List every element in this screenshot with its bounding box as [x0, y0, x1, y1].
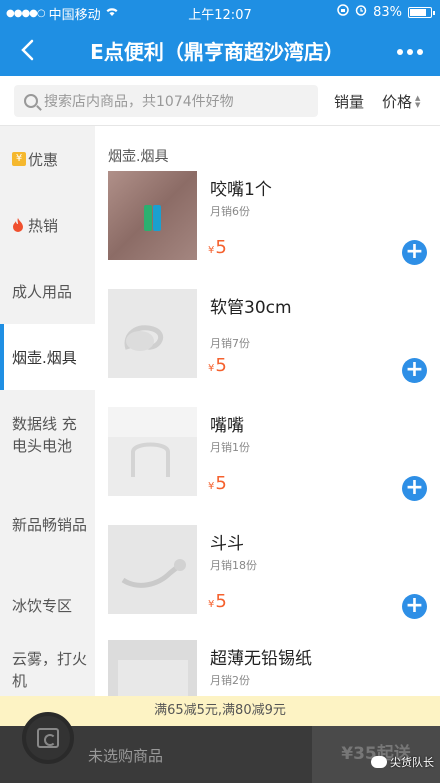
- battery-percent: 83%: [373, 4, 402, 20]
- more-dots-icon: [397, 49, 423, 55]
- product-sales: 月销1份: [210, 441, 250, 454]
- price-value: 5: [215, 473, 227, 494]
- watermark: 尖货队长: [371, 754, 434, 770]
- wechat-logo-icon: [371, 756, 387, 768]
- product-name: 咬嘴1个: [210, 180, 272, 200]
- product-sales: 月销2份: [210, 674, 250, 687]
- product-name: 嘴嘴: [210, 416, 244, 436]
- sidebar-item-new[interactable]: 新品畅销品: [0, 480, 95, 570]
- product-item[interactable]: 软管30cm 月销7份 ¥5 +: [95, 289, 440, 407]
- product-image: [108, 640, 197, 696]
- sidebar-item-label: 数据线 充电头电池: [12, 415, 77, 455]
- sidebar-item-label: 热销: [28, 216, 59, 235]
- fire-icon: [12, 218, 26, 232]
- product-price: ¥5: [208, 237, 227, 258]
- alarm-icon: [355, 4, 367, 20]
- add-to-cart-button[interactable]: +: [402, 358, 427, 383]
- product-image: [108, 171, 197, 260]
- product-price: ¥5: [208, 473, 227, 494]
- currency-symbol: ¥: [208, 245, 215, 256]
- sidebar-item-label: 新品畅销品: [12, 516, 88, 534]
- cart-bar: 未选购商品 ¥35起送 尖货队长: [0, 712, 440, 783]
- product-name: 超薄无铅锡纸: [210, 649, 312, 669]
- sidebar-item-lighters[interactable]: 云雾，打火机: [0, 640, 95, 696]
- search-icon: [24, 94, 38, 108]
- discount-icon: ¥: [12, 152, 26, 166]
- sort-price-label: 价格: [382, 93, 413, 111]
- lock-rotation-icon: [337, 4, 349, 20]
- product-name: 斗斗: [210, 534, 244, 554]
- product-list: 烟壶.烟具 咬嘴1个 月销6份 ¥5 + 软管30cm 月销7份 ¥5 + 嘴嘴…: [95, 126, 440, 696]
- currency-symbol: ¥: [208, 363, 215, 374]
- sidebar-item-hot[interactable]: 热销: [0, 192, 95, 258]
- chevron-left-icon: [21, 39, 34, 61]
- product-price: ¥5: [208, 591, 227, 612]
- product-price: ¥5: [208, 355, 227, 376]
- product-item[interactable]: 斗斗 月销18份 ¥5 +: [95, 525, 440, 643]
- cart-icon: [37, 728, 59, 748]
- sidebar-item-label: 优惠: [28, 150, 59, 169]
- price-value: 5: [215, 237, 227, 258]
- sidebar-item-label: 云雾，打火机: [12, 650, 88, 690]
- product-item[interactable]: 超薄无铅锡纸 月销2份: [95, 640, 440, 696]
- sidebar-item-discount[interactable]: ¥ 优惠: [0, 126, 95, 192]
- sort-by-sales[interactable]: 销量: [334, 91, 364, 112]
- product-sales: 月销6份: [210, 205, 250, 218]
- product-item[interactable]: 咬嘴1个 月销6份 ¥5 +: [95, 171, 440, 289]
- product-sales: 月销18份: [210, 559, 257, 572]
- battery-fill: [410, 8, 426, 16]
- more-button[interactable]: [390, 32, 430, 68]
- search-row: 搜索店内商品，共1074件好物 销量 价格 ▲ ▼: [0, 76, 440, 126]
- add-to-cart-button[interactable]: +: [402, 594, 427, 619]
- sidebar-item-cables[interactable]: 数据线 充电头电池: [0, 390, 95, 480]
- product-sales: 月销7份: [210, 337, 250, 350]
- sidebar-item-label: 烟壶.烟具: [12, 348, 77, 367]
- add-to-cart-button[interactable]: +: [402, 240, 427, 265]
- back-button[interactable]: [8, 30, 48, 70]
- currency-symbol: ¥: [208, 599, 215, 610]
- price-value: 5: [215, 591, 227, 612]
- add-to-cart-button[interactable]: +: [402, 476, 427, 501]
- category-sidebar: ¥ 优惠 热销 成人用品 烟壶.烟具 数据线 充电头电池 新品畅销品 冰饮专区 …: [0, 126, 95, 696]
- sidebar-item-drinks[interactable]: 冰饮专区: [0, 570, 95, 640]
- currency-symbol: ¥: [208, 481, 215, 492]
- search-input[interactable]: 搜索店内商品，共1074件好物: [14, 85, 318, 117]
- product-image: [108, 525, 197, 614]
- category-title: 烟壶.烟具: [108, 149, 169, 165]
- sidebar-item-label: 成人用品: [12, 282, 73, 301]
- battery-icon: [408, 6, 435, 18]
- sidebar-item-adult[interactable]: 成人用品: [0, 258, 95, 324]
- sort-arrows-icon: ▲ ▼: [415, 93, 421, 109]
- sidebar-item-label: 冰饮专区: [12, 596, 73, 615]
- search-placeholder: 搜索店内商品，共1074件好物: [44, 94, 234, 110]
- product-item[interactable]: 嘴嘴 月销1份 ¥5 +: [95, 407, 440, 525]
- cart-empty-text: 未选购商品: [88, 747, 164, 765]
- sidebar-item-smoking[interactable]: 烟壶.烟具: [0, 324, 95, 390]
- watermark-text: 尖货队长: [390, 756, 434, 769]
- cart-button[interactable]: [22, 712, 74, 764]
- status-right: 83%: [337, 4, 435, 20]
- price-value: 5: [215, 355, 227, 376]
- product-image: [108, 289, 197, 378]
- status-bar: ●●●●○ 中国移动 上午12:07 83%: [0, 0, 440, 24]
- nav-bar: E点便利（鼎亨商超沙湾店）: [0, 24, 440, 76]
- page-title: E点便利（鼎亨商超沙湾店）: [90, 40, 344, 64]
- product-name: 软管30cm: [210, 298, 292, 318]
- product-image: [108, 407, 197, 496]
- sort-by-price[interactable]: 价格 ▲ ▼: [382, 91, 420, 112]
